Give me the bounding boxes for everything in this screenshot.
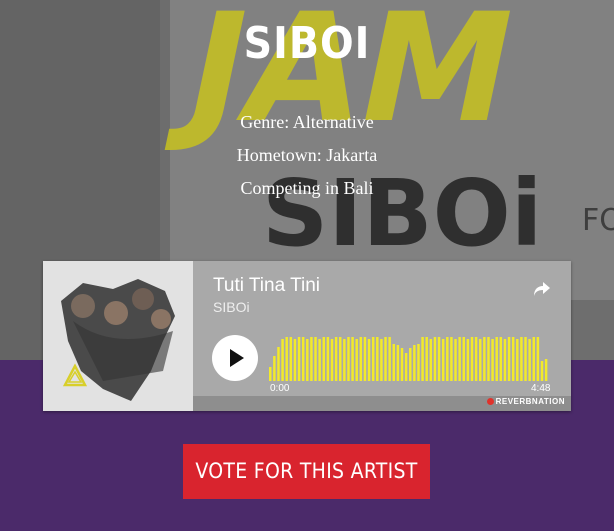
waveform-bar: [487, 337, 490, 381]
waveform-bar: [503, 339, 507, 381]
waveform-bar: [413, 345, 416, 381]
waveform-bar: [462, 337, 465, 381]
waveform-bar: [479, 339, 482, 381]
waveform-bar: [301, 337, 305, 381]
artist-name: SIBOI: [243, 18, 371, 69]
reverbnation-icon: [486, 398, 494, 405]
waveform-bar: [495, 337, 498, 381]
vote-button[interactable]: VOTE FOR THIS ARTIST: [183, 444, 430, 499]
waveform-bar: [474, 337, 478, 381]
artist-competing: Competing in Bali: [240, 178, 374, 198]
waveform-bar: [326, 337, 330, 381]
waveform-bar: [334, 337, 338, 381]
reverbnation-label: REVERBNATION: [495, 397, 565, 406]
waveform-bar: [446, 337, 449, 381]
waveform-bar: [400, 348, 404, 381]
waveform-bar: [450, 337, 453, 381]
waveform-bar: [429, 339, 433, 381]
waveform-bar: [351, 337, 354, 381]
waveform-bar: [425, 337, 428, 381]
share-icon[interactable]: [531, 278, 553, 300]
waveform-bar: [347, 337, 350, 381]
waveform-bar: [454, 339, 457, 381]
waveform-bar: [511, 337, 515, 381]
time-start: 0:00: [270, 383, 290, 394]
waveform-bar: [318, 339, 321, 381]
waveform-bar: [524, 337, 527, 381]
waveform-bar: [392, 344, 395, 381]
waveform-bar: [499, 337, 503, 381]
waveform-bar: [277, 347, 280, 381]
waveform-bar: [371, 337, 375, 381]
waveform-bar: [520, 337, 523, 381]
time-end: 4:48: [531, 383, 551, 394]
waveform-bar: [516, 339, 519, 381]
waveform-bar: [409, 348, 412, 381]
waveform-bar: [483, 337, 486, 381]
waveform-bar: [384, 337, 387, 381]
waveform-bar: [544, 359, 548, 381]
waveform-bar: [433, 337, 437, 381]
waveform-bar: [532, 337, 535, 381]
hero-bg-text-side: FO: [582, 203, 614, 238]
waveform-bar: [404, 353, 408, 381]
waveform-bar: [388, 337, 391, 381]
waveform-bar: [380, 339, 383, 381]
waveform-bar: [470, 337, 474, 381]
waveform-bar: [376, 337, 379, 381]
waveform-bar: [507, 337, 511, 381]
play-button[interactable]: [212, 335, 258, 381]
waveform-bar: [491, 339, 494, 381]
waveform-bar: [343, 339, 346, 381]
waveform-bar: [269, 367, 272, 381]
play-icon: [230, 349, 244, 367]
reverbnation-logo[interactable]: REVERBNATION: [486, 397, 565, 406]
waveform-bar: [281, 339, 284, 381]
waveform-bar: [273, 356, 276, 381]
waveform-bar: [437, 337, 441, 381]
waveform-bar: [536, 337, 540, 381]
waveform-bar: [285, 337, 288, 381]
waveform-bar: [310, 337, 313, 381]
waveform-bar: [367, 339, 371, 381]
waveform-bar: [359, 337, 363, 381]
waveform-bar: [330, 339, 334, 381]
waveform-bar: [441, 339, 445, 381]
waveform-bar: [297, 337, 301, 381]
artist-genre: Genre: Alternative: [240, 112, 374, 132]
player-footer: REVERBNATION: [193, 396, 571, 411]
waveform-bar: [540, 361, 544, 381]
waveform-bar: [458, 337, 461, 381]
waveform-bar: [363, 337, 367, 381]
waveform-bar: [339, 337, 342, 381]
waveform-bar: [314, 337, 317, 381]
artist-hometown: Hometown: Jakarta: [236, 145, 378, 165]
waveform-bar: [355, 339, 358, 381]
music-player: Tuti Tina Tini SIBOi 0:00 4:48 REVERBNAT…: [43, 261, 571, 411]
waveform-bar: [417, 344, 420, 381]
waveform-bar: [322, 337, 325, 381]
album-cover: [43, 261, 193, 411]
waveform-bar: [306, 339, 309, 381]
track-title[interactable]: Tuti Tina Tini: [213, 275, 320, 297]
waveform-bar: [466, 339, 470, 381]
track-artist[interactable]: SIBOi: [213, 299, 250, 315]
hero-bg-text-logo: SIBOi: [262, 160, 542, 267]
waveform-bar: [421, 337, 424, 381]
waveform-bar: [289, 337, 293, 381]
waveform-bar: [528, 339, 531, 381]
waveform-bar: [293, 339, 297, 381]
waveform[interactable]: [269, 329, 549, 381]
waveform-bar: [396, 345, 400, 381]
